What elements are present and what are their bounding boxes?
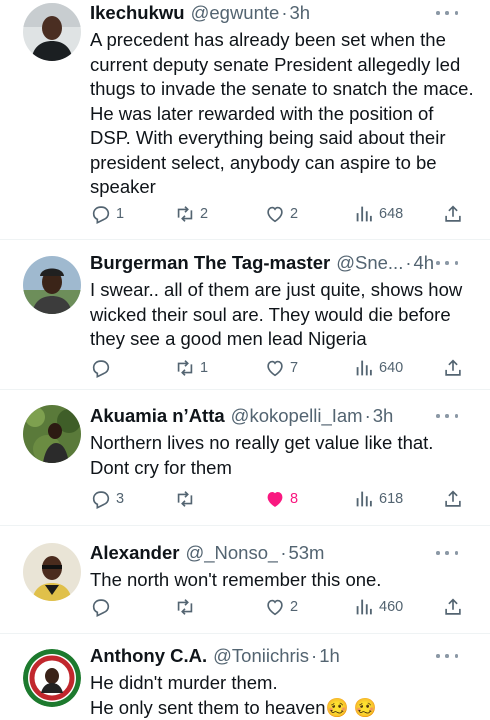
tweet-3[interactable]: Akuamia n’Atta @kokopelli_Iam · 3h North… — [0, 390, 490, 526]
user-handle[interactable]: @egwunte — [191, 0, 280, 26]
share-icon — [445, 490, 461, 507]
reply-button[interactable] — [90, 596, 116, 618]
view-count: 460 — [379, 599, 404, 615]
share-button[interactable] — [442, 488, 464, 510]
timestamp[interactable]: 3h — [373, 403, 394, 429]
avatar[interactable] — [23, 256, 81, 314]
user-handle[interactable]: @Toniichris — [213, 643, 309, 669]
more-options-icon[interactable] — [436, 406, 458, 426]
heart-filled-icon — [267, 492, 283, 507]
avatar[interactable] — [23, 3, 81, 61]
retweet-button[interactable]: 1 — [174, 357, 208, 379]
views-icon — [356, 206, 372, 222]
share-icon — [445, 359, 461, 376]
reply-button[interactable] — [90, 357, 116, 379]
timestamp[interactable]: 4h — [414, 250, 435, 276]
display-name[interactable]: Akuamia n’Atta — [90, 403, 225, 429]
separator-dot: · — [311, 645, 318, 666]
like-count: 2 — [290, 599, 299, 615]
display-name[interactable]: Anthony C.A. — [90, 643, 207, 669]
views-icon — [356, 599, 372, 615]
like-button[interactable]: 7 — [264, 357, 298, 379]
tweet-text: Northern lives no really get value like … — [90, 432, 439, 478]
reply-count: 3 — [116, 491, 125, 507]
views-icon — [356, 360, 372, 376]
tweet-text: He didn't murder them. He only sent them… — [90, 672, 377, 718]
separator-dot: · — [280, 542, 287, 563]
retweet-button[interactable]: 2 — [174, 203, 208, 225]
share-button[interactable] — [442, 357, 464, 379]
retweet-icon — [177, 206, 193, 222]
like-button[interactable]: 2 — [264, 203, 298, 225]
user-handle[interactable]: @kokopelli_Iam — [231, 403, 363, 429]
timestamp[interactable]: 1h — [319, 643, 340, 669]
tweet-4[interactable]: Alexander @_Nonso_ · 53m The north won't… — [0, 526, 490, 634]
retweet-button[interactable] — [174, 488, 200, 510]
heart-icon — [267, 599, 283, 616]
like-count: 8 — [290, 491, 299, 507]
tweet-text: A precedent has already been set when th… — [90, 29, 479, 197]
more-options-icon[interactable] — [436, 253, 458, 273]
separator-dot: · — [281, 2, 288, 23]
share-button[interactable] — [442, 596, 464, 618]
timestamp[interactable]: 53m — [288, 540, 324, 566]
retweet-count: 1 — [200, 360, 209, 376]
views-button[interactable]: 460 — [353, 596, 403, 618]
reply-icon — [92, 491, 110, 510]
views-button[interactable]: 618 — [353, 488, 403, 510]
like-count: 2 — [290, 206, 299, 222]
tweet-text: I swear.. all of them are just quite, sh… — [90, 279, 468, 349]
reply-count: 1 — [116, 206, 125, 222]
reply-button[interactable]: 1 — [90, 203, 124, 225]
retweet-icon — [177, 360, 193, 376]
like-count: 7 — [290, 360, 299, 376]
reply-button[interactable]: 3 — [90, 488, 124, 510]
timestamp[interactable]: 3h — [290, 0, 311, 26]
display-name[interactable]: Ikechukwu — [90, 0, 185, 26]
heart-icon — [267, 206, 283, 223]
avatar[interactable] — [23, 649, 81, 707]
reply-icon — [92, 206, 110, 225]
like-button[interactable]: 2 — [264, 596, 298, 618]
share-icon — [445, 205, 461, 222]
avatar[interactable] — [23, 405, 81, 463]
retweet-button[interactable] — [174, 596, 200, 618]
avatar[interactable] — [23, 543, 81, 601]
like-button[interactable]: 8 — [264, 488, 298, 510]
display-name[interactable]: Burgerman The Tag-master — [90, 250, 330, 276]
view-count: 648 — [379, 206, 404, 222]
more-options-icon[interactable] — [436, 543, 458, 563]
retweet-icon — [177, 599, 193, 615]
views-icon — [356, 491, 372, 507]
reply-icon — [92, 360, 110, 379]
more-options-icon[interactable] — [436, 3, 458, 23]
view-count: 640 — [379, 360, 404, 376]
display-name[interactable]: Alexander — [90, 540, 179, 566]
retweet-icon — [177, 491, 193, 507]
separator-dot: · — [364, 405, 371, 426]
view-count: 618 — [379, 491, 404, 507]
more-options-icon[interactable] — [436, 646, 458, 666]
tweet-text: The north won't remember this one. — [90, 569, 382, 590]
tweet-1[interactable]: Ikechukwu @egwunte · 3h A precedent has … — [0, 0, 490, 240]
user-handle[interactable]: @_Nonso_ — [185, 540, 278, 566]
views-button[interactable]: 648 — [353, 203, 403, 225]
reply-icon — [92, 599, 110, 618]
tweet-2[interactable]: Burgerman The Tag-master @Sne... · 4h I … — [0, 240, 490, 390]
retweet-count: 2 — [200, 206, 209, 222]
views-button[interactable]: 640 — [353, 357, 403, 379]
user-handle[interactable]: @Sne... — [336, 250, 403, 276]
share-icon — [445, 598, 461, 615]
separator-dot: · — [405, 252, 412, 273]
tweet-5[interactable]: Anthony C.A. @Toniichris · 1h He didn't … — [0, 634, 490, 720]
share-button[interactable] — [442, 203, 464, 225]
heart-icon — [267, 360, 283, 377]
